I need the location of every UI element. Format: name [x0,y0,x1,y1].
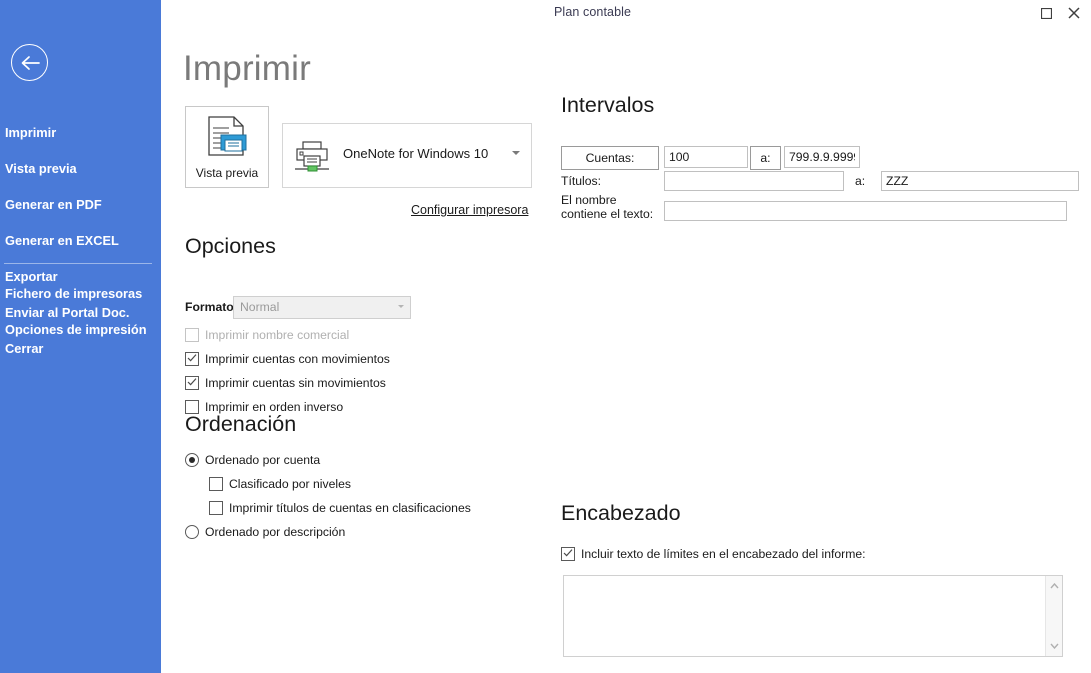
sidebar-nav-secondary: Fichero de impresoras Opciones de impres… [0,276,161,348]
close-window-icon [1068,7,1080,19]
restore-window-icon [1040,7,1052,19]
intervalos-heading: Intervalos [561,93,655,117]
cuentas-to-input[interactable] [784,146,860,168]
formato-select[interactable]: Normal [233,296,411,319]
checkbox-imprimir-titulos-cuentas-clasificaciones[interactable]: Imprimir títulos de cuentas en clasifica… [209,501,471,515]
configurar-impresora-link[interactable]: Configurar impresora [411,203,528,217]
check-icon [187,354,197,362]
cuentas-field-button[interactable]: Cuentas: [561,146,659,170]
printer-name: OneNote for Windows 10 [343,146,489,161]
checkbox-label: Imprimir cuentas sin movimientos [205,376,386,390]
radio-dot [189,457,195,463]
page-title: Imprimir [183,49,311,88]
radio-box [185,453,199,467]
chevron-up-icon[interactable] [1046,579,1062,593]
checkbox-box [209,477,223,491]
sidebar-item-generar-pdf[interactable]: Generar en PDF [0,187,161,223]
print-dialog-window: Plan contable Imprimir Vista previa Gene… [0,0,1091,673]
sidebar-item-opciones-impresion[interactable]: Opciones de impresión [0,312,161,348]
checkbox-imprimir-cuentas-sin-movimientos[interactable]: Imprimir cuentas sin movimientos [185,376,386,390]
opciones-heading: Opciones [185,234,276,258]
cuentas-a-label: a: [750,146,781,170]
checkbox-label: Imprimir cuentas con movimientos [205,352,390,366]
checkbox-box [561,547,575,561]
main-content: Imprimir Vista previa OneNote for Window… [161,27,1091,673]
chevron-down-icon [512,151,520,155]
checkbox-box [185,376,199,390]
back-arrow-icon [21,55,40,70]
printer-select[interactable]: OneNote for Windows 10 [282,123,532,188]
formato-value: Normal [240,300,280,314]
check-icon [187,378,197,386]
sidebar-item-imprimir[interactable]: Imprimir [0,115,161,151]
window-title: Plan contable [554,5,632,19]
encabezado-heading: Encabezado [561,501,681,525]
checkbox-box [185,352,199,366]
nombre-contiene-input[interactable] [664,201,1067,221]
checkbox-label: Imprimir títulos de cuentas en clasifica… [229,501,471,515]
vista-previa-button[interactable]: Vista previa [185,106,269,188]
sidebar-divider [4,263,152,264]
titulos-to-input[interactable] [881,171,1079,191]
restore-window-button[interactable] [1031,0,1061,26]
radio-ordenado-por-descripcion[interactable]: Ordenado por descripción [185,525,345,539]
checkbox-box [209,501,223,515]
titulos-a-label: a: [855,174,866,188]
titulos-label: Títulos: [561,174,601,188]
checkbox-label: Clasificado por niveles [229,477,351,491]
checkbox-incluir-texto-limites[interactable]: Incluir texto de límites en el encabezad… [561,547,866,561]
cuentas-from-input[interactable] [664,146,748,168]
checkbox-clasificado-por-niveles[interactable]: Clasificado por niveles [209,477,351,491]
back-button[interactable] [11,44,48,81]
radio-label: Ordenado por cuenta [205,453,321,467]
title-bar: Plan contable [161,0,1091,27]
formato-label: Formato: [185,300,238,314]
encabezado-scrollbar[interactable] [1045,576,1062,656]
nombre-contiene-label-line1: El nombre [561,193,617,207]
sidebar-item-fichero-impresoras[interactable]: Fichero de impresoras [0,276,161,312]
close-window-button[interactable] [1059,0,1089,26]
checkbox-imprimir-nombre-comercial[interactable]: Imprimir nombre comercial [185,328,349,342]
ordenacion-heading: Ordenación [185,412,297,436]
radio-ordenado-por-cuenta[interactable]: Ordenado por cuenta [185,453,320,467]
sidebar-item-vista-previa[interactable]: Vista previa [0,151,161,187]
vista-previa-label: Vista previa [195,166,259,180]
nombre-contiene-label-line2: contiene el texto: [561,207,654,221]
chevron-down-icon[interactable] [1046,639,1062,653]
radio-label: Ordenado por descripción [205,525,346,539]
sidebar-item-generar-excel[interactable]: Generar en EXCEL [0,223,161,259]
sidebar: Imprimir Vista previa Generar en PDF Gen… [0,0,161,673]
encabezado-textarea[interactable] [563,575,1063,657]
titulos-from-input[interactable] [664,171,844,191]
document-printer-preview-icon [201,115,253,168]
chevron-down-icon [392,297,410,316]
checkbox-label: Incluir texto de límites en el encabezad… [581,547,866,561]
printer-icon [293,140,333,179]
checkbox-box [185,328,199,342]
checkbox-label: Imprimir nombre comercial [205,328,350,342]
radio-box [185,525,199,539]
checkbox-imprimir-cuentas-con-movimientos[interactable]: Imprimir cuentas con movimientos [185,352,390,366]
check-icon [563,549,573,557]
